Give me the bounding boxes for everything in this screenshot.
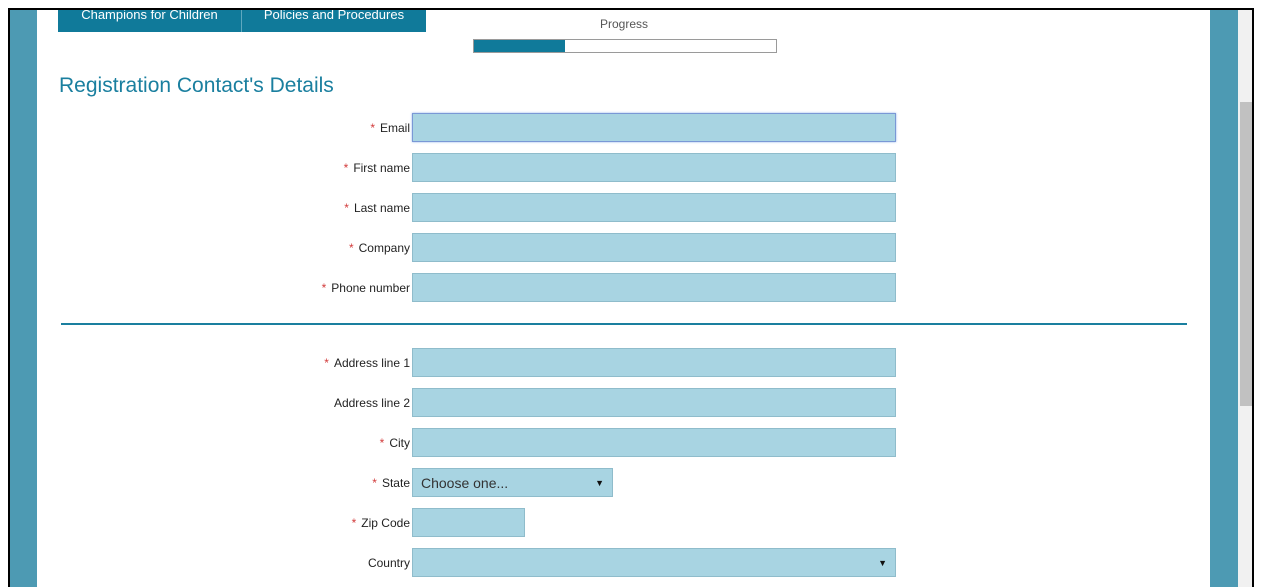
address-line-1-label: * Address line 1 [324, 356, 410, 370]
required-marker: * [324, 356, 329, 370]
tab-bar: Champions for Children Policies and Proc… [58, 10, 426, 32]
country-select[interactable]: ▼ [412, 548, 896, 577]
zip-code-field[interactable] [412, 508, 525, 537]
country-row: Country ▼ [37, 548, 1210, 578]
required-marker: * [372, 476, 377, 490]
right-side-panel [1210, 10, 1238, 587]
tab-champions-for-children[interactable]: Champions for Children [58, 10, 242, 32]
state-select-value: Choose one... [421, 474, 509, 491]
zip-code-row: * Zip Code [37, 508, 1210, 538]
required-marker: * [370, 121, 375, 135]
last-name-field[interactable] [412, 193, 896, 222]
company-label: * Company [348, 241, 410, 255]
section-title: Registration Contact's Details [59, 74, 334, 97]
progress-label: Progress [600, 17, 649, 31]
company-field[interactable] [412, 233, 896, 262]
zip-code-label: * Zip Code [351, 516, 410, 530]
required-marker: * [348, 241, 354, 255]
email-row: * Email [37, 113, 1210, 143]
registration-form: Champions for Children Policies and Proc… [37, 10, 1210, 587]
address-line-2-field[interactable] [412, 388, 896, 417]
vertical-scrollbar[interactable] [1238, 10, 1252, 587]
country-label: Country [367, 556, 410, 570]
chevron-down-icon: ▼ [595, 477, 604, 488]
city-field[interactable] [412, 428, 896, 457]
state-select[interactable]: Choose one... ▼ [412, 468, 613, 497]
scrollbar-thumb[interactable] [1240, 102, 1252, 406]
city-label: * City [379, 436, 410, 450]
address-line-1-row: * Address line 1 [37, 348, 1210, 378]
first-name-label: * First name [343, 161, 410, 175]
address-line-2-label: Address line 2 [333, 396, 410, 410]
first-name-field[interactable] [412, 153, 896, 182]
chevron-down-icon: ▼ [878, 557, 887, 568]
tab-policies-and-procedures[interactable]: Policies and Procedures [242, 10, 426, 32]
phone-label: * Phone number [321, 281, 410, 295]
required-marker: * [351, 516, 357, 530]
email-label: * Email [370, 121, 410, 135]
progress-bar-fill [474, 40, 565, 52]
phone-row: * Phone number [37, 273, 1210, 303]
last-name-row: * Last name [37, 193, 1210, 223]
state-label: * State [372, 476, 410, 490]
browser-viewport: Champions for Children Policies and Proc… [8, 8, 1254, 587]
progress-bar [473, 39, 777, 53]
email-field[interactable] [412, 113, 896, 142]
company-row: * Company [37, 233, 1210, 263]
left-side-panel [10, 10, 37, 587]
section-divider [61, 323, 1187, 325]
phone-number-field[interactable] [412, 273, 896, 302]
required-marker: * [343, 161, 349, 175]
required-marker: * [321, 281, 327, 295]
address-line-1-field[interactable] [412, 348, 896, 377]
first-name-row: * First name [37, 153, 1210, 183]
required-marker: * [379, 436, 385, 450]
last-name-label: * Last name [344, 201, 410, 215]
address-line-2-row: Address line 2 [37, 388, 1210, 418]
state-row: * State Choose one... ▼ [37, 468, 1210, 498]
city-row: * City [37, 428, 1210, 458]
required-marker: * [344, 201, 349, 215]
